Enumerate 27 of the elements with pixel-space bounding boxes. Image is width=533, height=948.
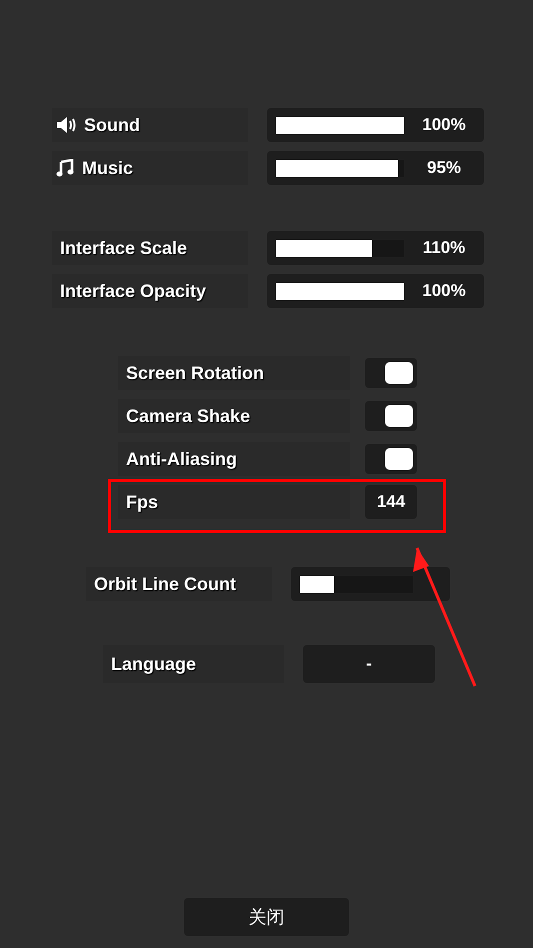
setting-label: Fps [126,492,158,512]
setting-label: Camera Shake [126,406,250,426]
music-note-icon [56,159,74,177]
slider-value: 100% [421,115,467,135]
setting-label: Sound [84,114,140,136]
setting-label: Screen Rotation [126,362,264,384]
toggle-switch[interactable] [365,401,417,431]
setting-label: Orbit Line Count [94,574,236,594]
setting-label: Anti-Aliasing [126,448,237,470]
toggle-switch[interactable] [365,358,417,388]
slider-value: 100% [421,281,467,301]
slider[interactable]: 100% [267,108,484,142]
slider[interactable] [291,567,450,601]
setting-label: Interface Scale [60,238,188,258]
slider[interactable]: 110% [267,231,484,265]
close-button[interactable]: 关闭 [184,898,349,936]
slider-value: 110% [422,238,466,258]
setting-label: Interface Opacity [60,280,206,302]
slider-value: 95% [426,158,462,178]
toggle-switch[interactable] [365,444,417,474]
slider[interactable]: 95% [267,151,484,185]
slider[interactable]: 100% [267,274,484,308]
setting-label: Language [111,654,196,674]
fps-value[interactable]: 144 [365,485,417,519]
setting-label: Music [82,158,134,178]
speaker-icon [56,116,76,134]
language-selector[interactable]: - [303,645,435,683]
